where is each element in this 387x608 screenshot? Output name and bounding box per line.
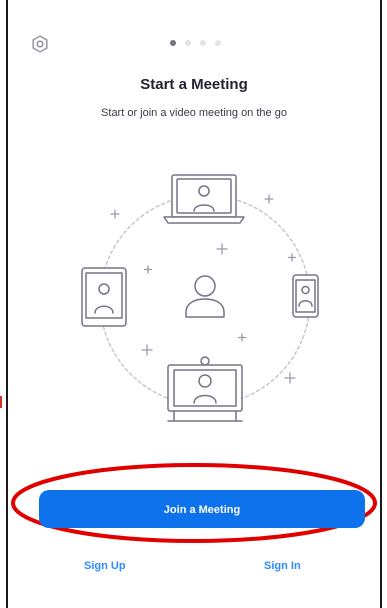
page-dot[interactable] [215,40,221,46]
sign-up-link[interactable]: Sign Up [84,560,126,572]
sign-in-link[interactable]: Sign In [264,560,301,572]
tablet-icon [81,267,127,327]
join-meeting-button[interactable]: Join a Meeting [39,490,365,528]
user-icon [185,275,225,318]
room-system-icon [167,356,243,422]
page-dot[interactable] [170,40,176,46]
laptop-icon [163,174,245,224]
page-dot[interactable] [185,40,191,46]
page-indicator [170,40,221,46]
device-frame-right [380,0,382,608]
gear-icon[interactable] [30,34,50,54]
page-dot[interactable] [200,40,206,46]
meeting-devices-illustration [81,174,319,422]
phone-icon [292,274,319,318]
page-title: Start a Meeting [140,76,248,93]
page-subtitle: Start or join a video meeting on the go [101,107,287,119]
annotation-edge-mark [0,396,6,408]
